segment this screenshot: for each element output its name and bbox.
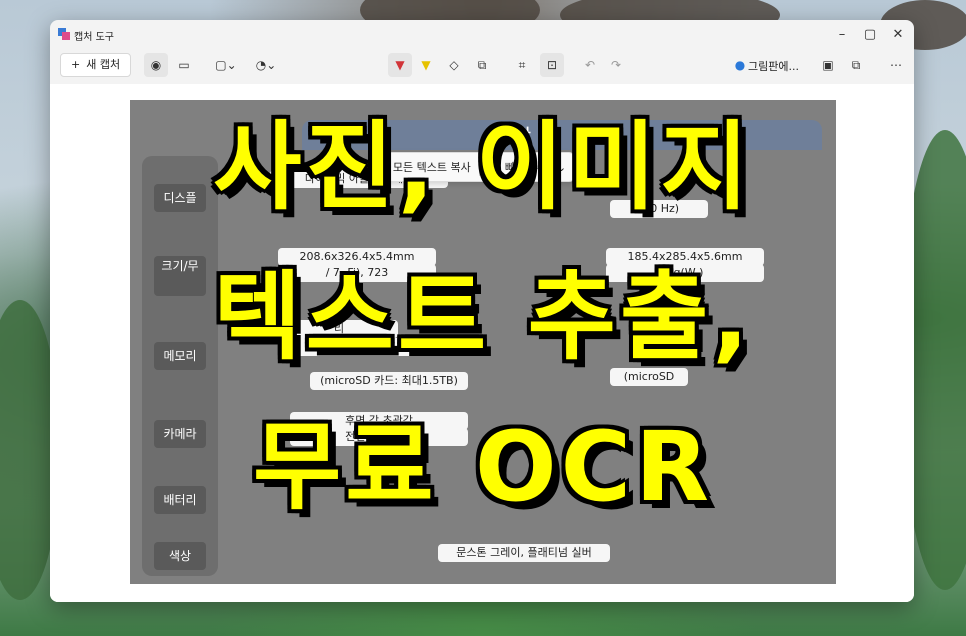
text-actions-icon[interactable]: ⊡ (540, 53, 564, 77)
save-icon[interactable]: ▣ (816, 53, 840, 77)
banner-line-3: 무료 OCR (252, 411, 714, 523)
copy-icon[interactable]: ⧉ (844, 53, 868, 77)
camera-icon[interactable]: ◉ (144, 53, 168, 77)
rectangle-icon[interactable]: ▢⌄ (210, 53, 242, 77)
title-bar[interactable]: 캡처 도구 – ▢ ✕ (50, 20, 914, 50)
spec-cell: 문스톤 그레이, 플래티넘 실버 (438, 544, 610, 562)
banner-line-2: 텍스트 추출, (213, 261, 753, 373)
maximize-icon[interactable]: ▢ (856, 25, 884, 45)
shapes-icon[interactable]: ⧉ (470, 53, 494, 77)
banner-line-1: 사진, 이미지 (213, 111, 753, 223)
timer-icon[interactable]: ◔⌄ (250, 53, 282, 77)
spec-cell: (microSD 카드: 최대1.5TB) (310, 372, 468, 390)
close-icon[interactable]: ✕ (884, 25, 912, 45)
pen-icon[interactable]: ▼ (388, 53, 412, 77)
highlighter-icon[interactable]: ▼ (414, 53, 438, 77)
eraser-icon[interactable]: ◇ (442, 53, 466, 77)
crop-icon[interactable]: ⌗ (510, 53, 534, 77)
window-title: 캡처 도구 (74, 32, 114, 43)
category-label: 색상 (154, 542, 206, 570)
redo-icon[interactable]: ↷ (604, 53, 628, 77)
minimize-icon[interactable]: – (828, 25, 856, 45)
new-capture-label: 새 캡처 (86, 58, 121, 71)
open-in-paint-label[interactable]: 그림판에... (748, 58, 799, 74)
snip-app-icon (58, 28, 70, 40)
video-icon[interactable]: ▭ (172, 53, 196, 77)
undo-icon[interactable]: ↶ (578, 53, 602, 77)
toolbar: + 새 캡처 ◉ ▭ ▢⌄ ◔⌄ ▼ ▼ ◇ ⧉ ⌗ ⊡ ↶ ↷ ● 그림판에.… (50, 50, 914, 84)
plus-icon: + (71, 58, 81, 71)
new-capture-button[interactable]: + 새 캡처 (60, 53, 132, 77)
more-icon[interactable]: ⋯ (884, 53, 908, 77)
